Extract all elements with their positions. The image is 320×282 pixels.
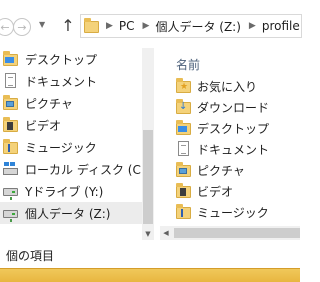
navigation-pane: デスクトップ ドキュメント ピクチャ ビデオ ミュージック ローカル ディスク … [0,48,154,240]
list-item-label: ミュージック [197,206,269,220]
music-folder-icon [176,204,191,220]
scroll-down-arrow-icon[interactable]: ▼ [142,228,154,240]
list-item-label: デスクトップ [197,122,270,136]
toolbar: ← → ▼ ↑ ▶ PC ▶ 個人データ (Z:) ▶ profile [0,0,302,48]
folder-icon [84,18,99,34]
item-count-text: 個の項目 [6,249,55,263]
nav-item-label: ビデオ [25,119,62,133]
pictures-folder-icon [176,162,191,178]
nav-item-personal-data[interactable]: 個人データ (Z:) [0,202,142,224]
nav-item-pictures[interactable]: ピクチャ [0,92,142,114]
list-item[interactable]: デスクトップ [176,118,300,138]
navigation-scrollbar[interactable]: ▼ [142,48,154,240]
network-drive-icon [3,183,18,200]
list-item[interactable]: ピクチャ [176,160,300,180]
videos-folder-icon [3,117,18,133]
downloads-folder-icon: ↓ [176,99,191,115]
horizontal-scrollbar[interactable]: ◀ [160,226,300,240]
nav-item-label: デスクトップ [25,53,98,67]
nav-item-music[interactable]: ミュージック [0,136,142,158]
breadcrumb-separator-icon: ▶ [248,21,256,31]
breadcrumb-separator-icon: ▶ [142,21,150,31]
address-bar[interactable]: ▶ PC ▶ 個人データ (Z:) ▶ profile [80,14,302,38]
favorites-folder-icon: ★ [176,78,191,94]
up-arrow-icon[interactable]: ↑ [58,15,78,37]
scroll-left-arrow-icon[interactable]: ◀ [160,226,172,240]
nav-item-label: Yドライブ (Y:) [25,185,104,199]
nav-item-label: 個人データ (Z:) [25,207,111,221]
nav-item-documents[interactable]: ドキュメント [0,70,142,92]
breadcrumb-separator-icon: ▶ [106,21,113,31]
music-folder-icon [3,139,18,155]
documents-folder-icon [176,141,191,157]
nav-item-desktop[interactable]: デスクトップ [0,48,142,70]
back-arrow-icon[interactable]: ← [0,18,14,36]
column-header-name[interactable]: 名前 [176,56,200,73]
nav-item-label: ミュージック [25,141,97,155]
nav-item-label: ドキュメント [25,75,98,89]
list-item[interactable]: ↓ ダウンロード [176,97,300,117]
desktop-folder-icon [3,51,18,67]
list-item-label: ピクチャ [197,164,245,178]
taskbar-edge [0,268,300,282]
nav-item-local-disk[interactable]: ローカル ディスク (C:) [0,158,150,180]
desktop-folder-icon [176,120,191,136]
nav-item-y-drive[interactable]: Yドライブ (Y:) [0,180,142,202]
list-item-label: ビデオ [197,185,234,199]
breadcrumb-item-personal-data[interactable]: 個人データ (Z:) [155,18,240,35]
list-item[interactable]: ★ お気に入り [176,76,300,96]
list-item[interactable]: ミュージック [176,202,300,222]
nav-item-label: ローカル ディスク (C:) [25,163,150,177]
list-item-label: お気に入り [197,80,258,94]
list-item-label: ドキュメント [197,143,270,157]
recent-locations-chevron-icon[interactable]: ▼ [39,20,45,29]
scrollbar-thumb[interactable] [143,130,153,224]
videos-folder-icon [176,183,191,199]
breadcrumb-item-pc[interactable]: PC [119,19,135,33]
list-item[interactable]: ビデオ [176,181,300,201]
pictures-folder-icon [3,95,18,111]
nav-item-label: ピクチャ [25,97,73,111]
network-drive-icon [3,205,18,222]
list-item-label: ダウンロード [197,101,270,115]
file-list: 名前 ★ お気に入り ↓ ダウンロード デスクトップ ドキュメント ピクチャ ビ… [160,48,300,240]
local-disk-icon [3,161,18,177]
list-item[interactable]: ドキュメント [176,139,300,159]
breadcrumb-item-profile[interactable]: profile [262,19,300,33]
scrollbar-thumb[interactable] [174,228,300,238]
documents-folder-icon [3,73,18,89]
forward-arrow-icon[interactable]: → [13,18,31,36]
status-bar: 個の項目 [0,240,300,268]
nav-item-videos[interactable]: ビデオ [0,114,142,136]
